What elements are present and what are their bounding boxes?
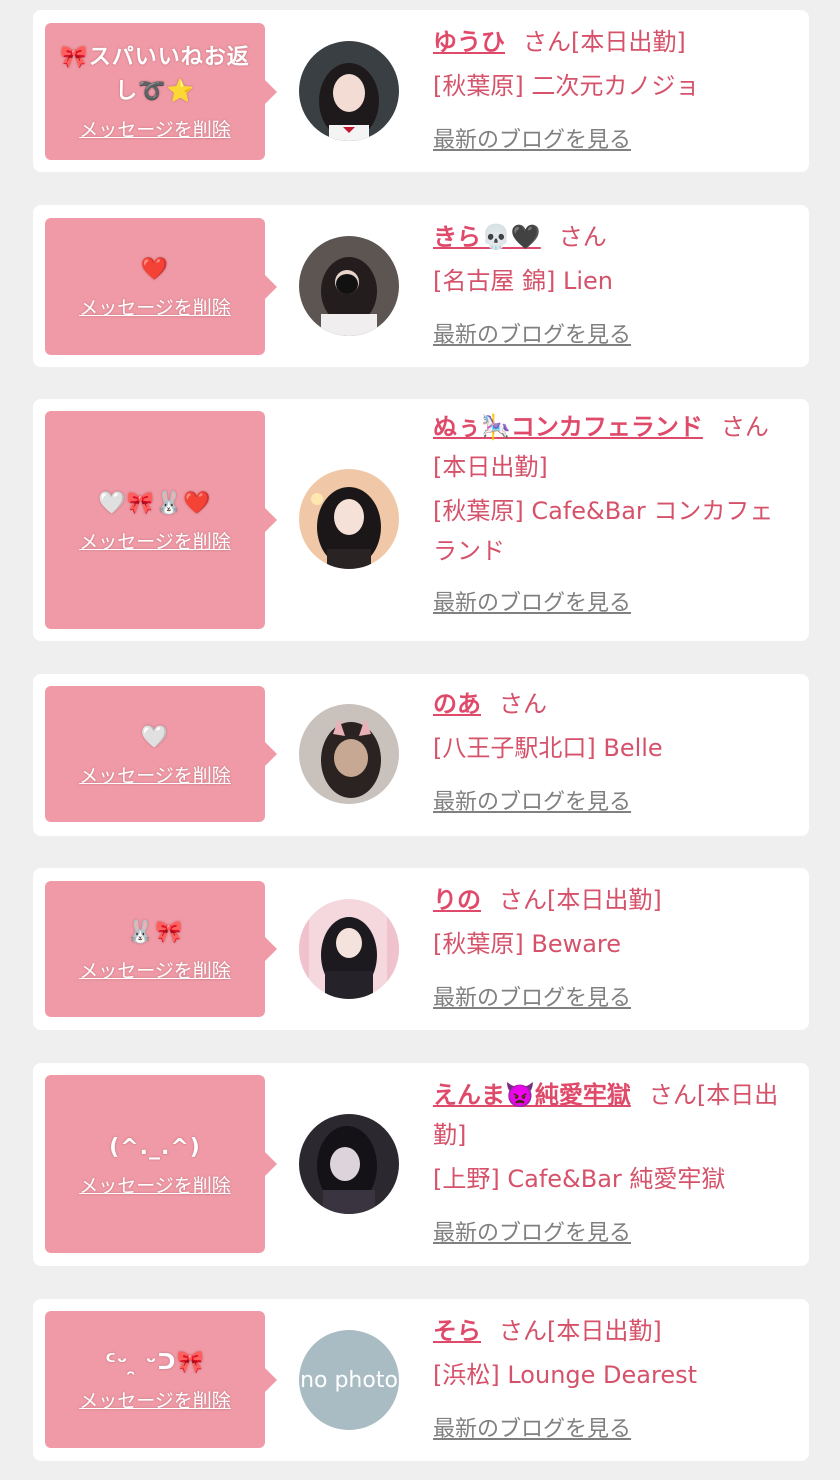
message-text: ᑦᵕ ̯ ᵕᑐ🎀 xyxy=(105,1350,205,1375)
latest-blog-link[interactable]: 最新のブログを見る xyxy=(433,1411,631,1443)
no-photo-placeholder: no photo xyxy=(300,1367,398,1393)
user-name-link[interactable]: えんま👿純愛牢獄 xyxy=(433,1081,631,1109)
message-bubble: ❤️ メッセージを削除 xyxy=(45,218,277,355)
message-card: (^._.^) メッセージを削除 えんま👿純愛牢獄 さん[本日出勤] [上野] C… xyxy=(33,1063,809,1266)
message-bubble: (^._.^) メッセージを削除 xyxy=(45,1075,277,1253)
avatar[interactable] xyxy=(299,899,399,999)
message-text: 🤍🎀🐰❤️ xyxy=(98,490,212,516)
delete-message-link[interactable]: メッセージを削除 xyxy=(79,293,231,320)
delete-message-link[interactable]: メッセージを削除 xyxy=(79,1171,231,1198)
shop-name: [八王子駅北口] Belle xyxy=(433,734,663,762)
message-bubble: ᑦᵕ ̯ ᵕᑐ🎀 メッセージを削除 xyxy=(45,1311,277,1448)
avatar[interactable]: no photo xyxy=(299,1330,399,1430)
honorific: さん xyxy=(648,1081,697,1109)
message-bubble: 🤍 メッセージを削除 xyxy=(45,686,277,822)
status-text: [本日出勤] xyxy=(547,1317,662,1345)
message-bubble: 🤍🎀🐰❤️ メッセージを削除 xyxy=(45,411,277,629)
message-card: ᑦᵕ ̯ ᵕᑐ🎀 メッセージを削除 no photo そら さん[本日出勤] [浜… xyxy=(33,1299,809,1461)
avatar[interactable] xyxy=(299,469,399,569)
latest-blog-link[interactable]: 最新のブログを見る xyxy=(433,784,631,816)
message-bubble: 🐰🎀 メッセージを削除 xyxy=(45,881,277,1017)
delete-message-link[interactable]: メッセージを削除 xyxy=(79,115,231,142)
shop-name: [秋葉原] 二次元カノジョ xyxy=(433,72,700,100)
latest-blog-link[interactable]: 最新のブログを見る xyxy=(433,585,631,617)
latest-blog-link[interactable]: 最新のブログを見る xyxy=(433,980,631,1012)
user-name-link[interactable]: りの xyxy=(433,886,481,914)
shop-name: [上野] Cafe&Bar 純愛牢獄 xyxy=(433,1165,726,1193)
status-text: [本日出勤] xyxy=(571,28,686,56)
message-card: 🎀スパいいねお返し➰⭐ メッセージを削除 ゆうひ さん[本日出勤] [秋葉原] 二… xyxy=(33,10,809,172)
message-text: 🤍 xyxy=(140,724,170,750)
honorific: さん xyxy=(499,886,547,914)
message-text: 🎀スパいいねお返し➰⭐ xyxy=(60,45,250,104)
message-card: 🤍 メッセージを削除 のあ さん [八王子駅北口] Belle 最新のブログを見る xyxy=(33,674,809,836)
latest-blog-link[interactable]: 最新のブログを見る xyxy=(433,1215,631,1247)
delete-message-link[interactable]: メッセージを削除 xyxy=(79,1386,231,1413)
honorific: さん xyxy=(558,223,607,251)
honorific: さん xyxy=(499,690,547,718)
avatar[interactable] xyxy=(299,41,399,141)
message-card: 🤍🎀🐰❤️ メッセージを削除 ぬぅ🎠コンカフェランド さん [本日出勤] [秋葉原]… xyxy=(33,399,809,641)
avatar[interactable] xyxy=(299,704,399,804)
avatar[interactable] xyxy=(299,1114,399,1214)
user-name-link[interactable]: そら xyxy=(433,1317,481,1345)
message-card: ❤️ メッセージを削除 きら💀🖤 さん [名古屋 錦] Lien 最新のブログを見… xyxy=(33,205,809,367)
user-name-link[interactable]: ゆうひ xyxy=(433,28,505,56)
message-text: ❤️ xyxy=(140,257,170,282)
status-text: [本日出勤] xyxy=(433,453,548,481)
honorific: さん xyxy=(499,1317,547,1345)
shop-name: [名古屋 錦] Lien xyxy=(433,267,613,295)
user-name-link[interactable]: きら💀🖤 xyxy=(433,223,541,251)
avatar[interactable] xyxy=(299,236,399,336)
delete-message-link[interactable]: メッセージを削除 xyxy=(79,527,231,554)
shop-name: [秋葉原] Beware xyxy=(433,930,622,958)
user-name-link[interactable]: ぬぅ🎠コンカフェランド xyxy=(433,413,703,441)
message-card: 🐰🎀 メッセージを削除 りの さん[本日出勤] [秋葉原] Beware 最新のブ… xyxy=(33,868,809,1030)
message-text: (^._.^) xyxy=(109,1134,201,1160)
message-text: 🐰🎀 xyxy=(126,919,184,945)
delete-message-link[interactable]: メッセージを削除 xyxy=(79,956,231,983)
message-bubble: 🎀スパいいねお返し➰⭐ メッセージを削除 xyxy=(45,23,277,160)
shop-name: [浜松] Lounge Dearest xyxy=(433,1361,698,1389)
honorific: さん xyxy=(720,413,769,441)
delete-message-link[interactable]: メッセージを削除 xyxy=(79,761,231,788)
honorific: さん xyxy=(523,28,571,56)
status-text: [本日出勤] xyxy=(547,886,662,914)
latest-blog-link[interactable]: 最新のブログを見る xyxy=(433,317,631,349)
shop-name: [秋葉原] Cafe&Bar コンカフェランド xyxy=(433,497,774,565)
user-name-link[interactable]: のあ xyxy=(433,690,481,718)
latest-blog-link[interactable]: 最新のブログを見る xyxy=(433,122,631,154)
